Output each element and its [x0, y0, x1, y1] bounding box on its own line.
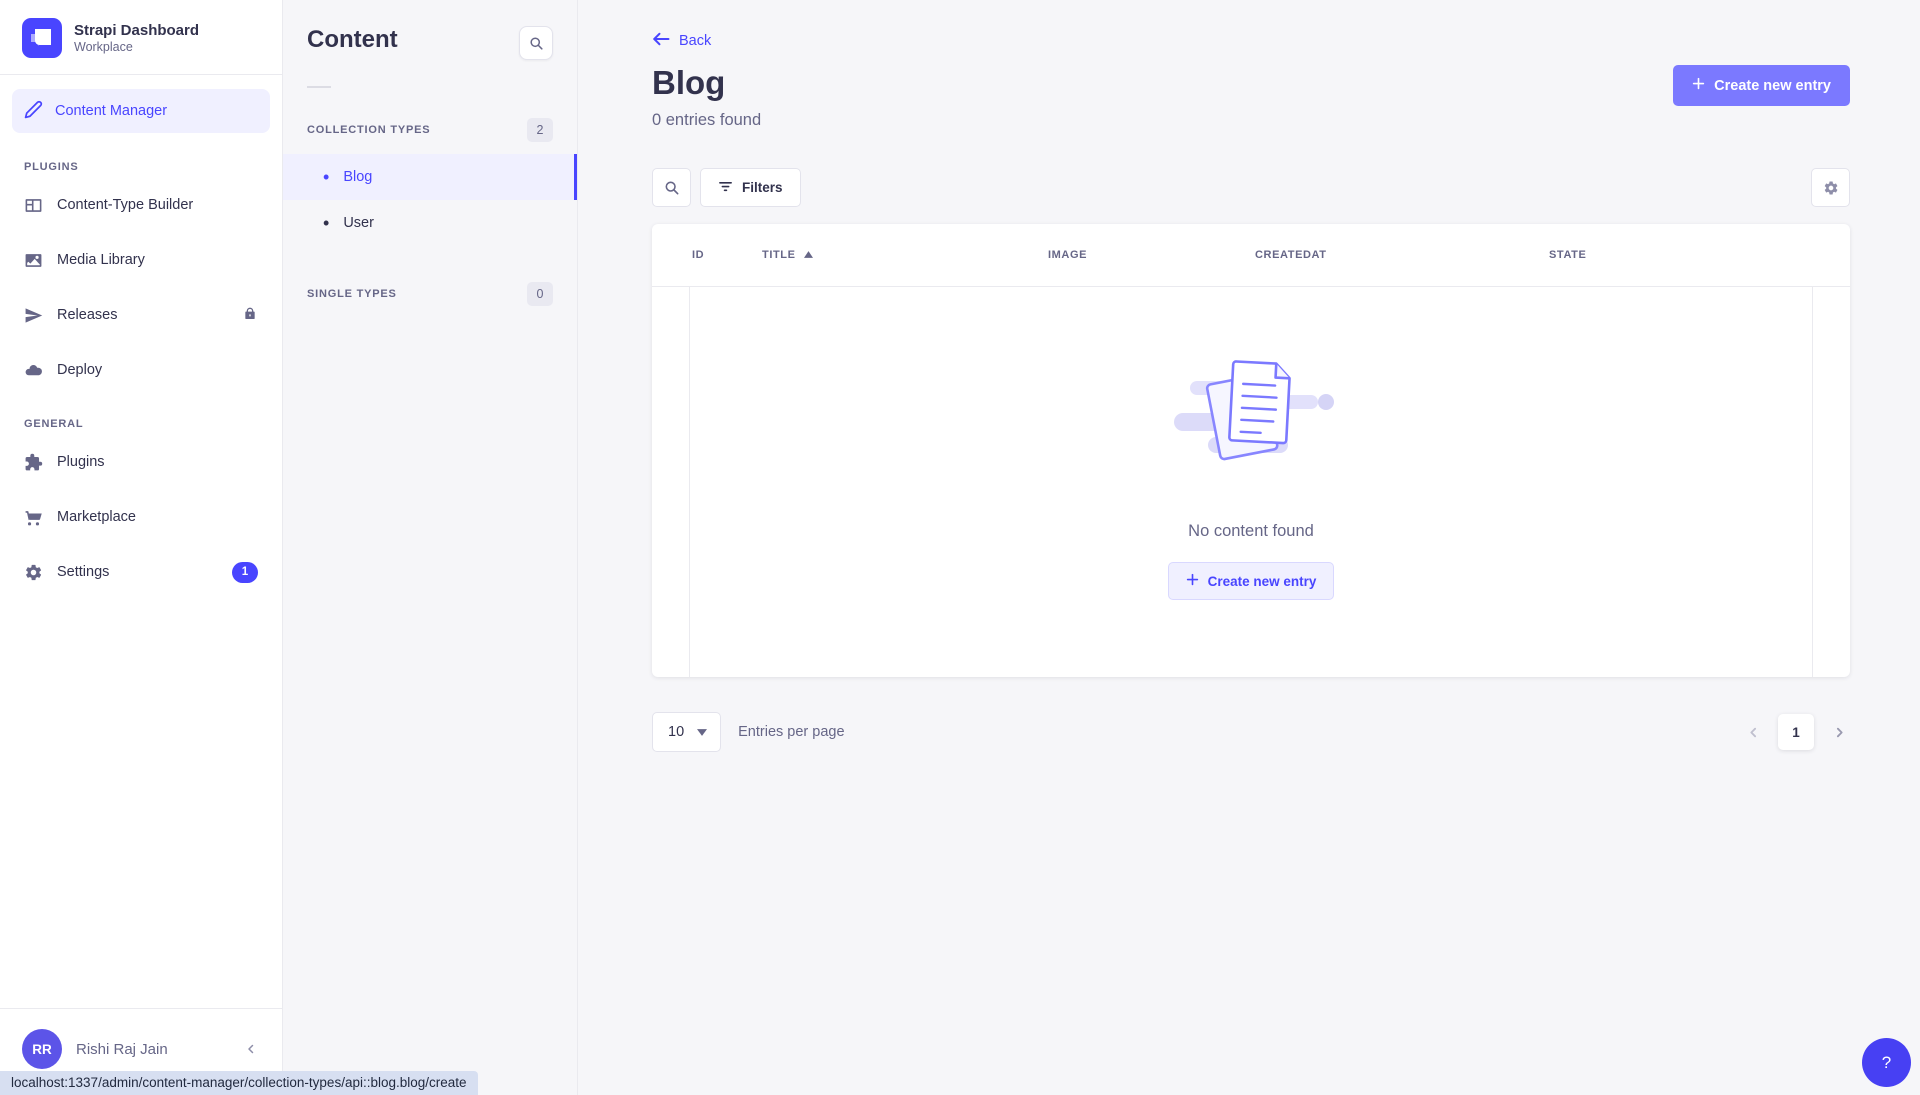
single-types-count-badge: 0: [527, 282, 553, 306]
collection-types-label: COLLECTION TYPES: [307, 124, 430, 136]
entries-table-card: ID TITLE IMAGE CREATEDAT STATE: [652, 224, 1850, 677]
filters-label: Filters: [742, 180, 783, 195]
sidebar-item-label: Marketplace: [57, 509, 136, 525]
next-page-button[interactable]: [1828, 721, 1850, 743]
plus-icon: [1692, 77, 1705, 94]
empty-state: No content found Create new entry: [689, 287, 1813, 677]
sidebar-item-releases[interactable]: Releases: [12, 295, 270, 335]
create-entry-button-header[interactable]: Create new entry: [1673, 65, 1850, 106]
browser-status-bar: localhost:1337/admin/content-manager/col…: [0, 1071, 478, 1095]
subnav-title: Content: [307, 26, 398, 54]
table-header-row: ID TITLE IMAGE CREATEDAT STATE: [652, 224, 1850, 286]
plus-icon: [1186, 573, 1199, 589]
sort-asc-icon: [804, 249, 813, 261]
view-settings-button[interactable]: [1811, 168, 1850, 207]
bullet-icon: •: [323, 168, 329, 186]
sidebar-item-label: Content-Type Builder: [57, 197, 193, 213]
sidebar-item-plugins[interactable]: Plugins: [12, 442, 270, 482]
sidebar-item-label: Releases: [57, 307, 117, 323]
help-button[interactable]: ?: [1862, 1038, 1911, 1087]
back-link[interactable]: Back: [652, 32, 711, 50]
collapse-sidebar-button[interactable]: [238, 1036, 264, 1062]
sidebar-item-label: Settings: [57, 564, 109, 580]
collection-types-count-badge: 2: [527, 118, 553, 142]
empty-documents-illustration: [1166, 349, 1336, 482]
page-size-value: 10: [668, 724, 684, 740]
paper-plane-icon: [24, 306, 43, 325]
empty-state-message: No content found: [1188, 522, 1314, 541]
divider: [307, 86, 331, 88]
main-sidebar: Strapi Dashboard Workplace Content Manag…: [0, 0, 283, 1095]
layout-grid-icon: [24, 196, 43, 215]
general-section-label: GENERAL: [24, 418, 258, 430]
filter-icon: [718, 180, 733, 196]
bullet-icon: •: [323, 214, 329, 232]
gear-icon: [24, 563, 43, 582]
sidebar-item-label: Media Library: [57, 252, 145, 268]
back-label: Back: [679, 33, 711, 49]
create-entry-button-empty-state[interactable]: Create new entry: [1168, 562, 1335, 600]
sidebar-item-label: Deploy: [57, 362, 102, 378]
sidebar-item-media-library[interactable]: Media Library: [12, 240, 270, 280]
sidebar-item-label: Plugins: [57, 454, 105, 470]
column-header-title[interactable]: TITLE: [762, 249, 1048, 261]
content-subnav: Content COLLECTION TYPES 2 • Blog • User…: [283, 0, 578, 1095]
previous-page-button[interactable]: [1742, 721, 1764, 743]
sidebar-item-content-manager[interactable]: Content Manager: [12, 89, 270, 133]
subnav-item-user[interactable]: • User: [283, 200, 577, 246]
plugins-section-label: PLUGINS: [24, 161, 258, 173]
subnav-item-label: Blog: [343, 169, 372, 185]
sidebar-item-label: Content Manager: [55, 103, 167, 119]
filters-button[interactable]: Filters: [700, 168, 801, 207]
brand-text: Strapi Dashboard Workplace: [74, 22, 199, 55]
column-header-state[interactable]: STATE: [1549, 249, 1826, 261]
user-name: Rishi Raj Jain: [76, 1041, 224, 1058]
workspace-label: Workplace: [74, 40, 199, 54]
create-entry-label: Create new entry: [1208, 574, 1317, 589]
column-header-image[interactable]: IMAGE: [1048, 249, 1255, 261]
collection-types-header: COLLECTION TYPES 2: [283, 110, 577, 154]
chevron-down-icon: [697, 724, 707, 740]
image-icon: [24, 251, 43, 270]
shopping-cart-icon: [24, 508, 43, 527]
avatar[interactable]: RR: [22, 1029, 62, 1069]
lock-icon: [242, 305, 258, 325]
cloud-icon: [24, 361, 43, 380]
subnav-item-blog[interactable]: • Blog: [283, 154, 577, 200]
pagination-footer: 10 Entries per page 1: [652, 712, 1850, 752]
feather-pen-icon: [24, 100, 43, 123]
page-title: Blog: [652, 65, 761, 101]
brand: Strapi Dashboard Workplace: [0, 0, 282, 75]
entries-count: 0 entries found: [652, 111, 761, 130]
strapi-logo-icon: [22, 18, 62, 58]
sidebar-item-deploy[interactable]: Deploy: [12, 350, 270, 390]
sidebar-item-settings[interactable]: Settings 1: [12, 552, 270, 592]
main-content: Back Blog 0 entries found Create new ent…: [578, 0, 1920, 1095]
subnav-item-label: User: [343, 215, 374, 231]
sidebar-item-content-type-builder[interactable]: Content-Type Builder: [12, 185, 270, 225]
create-entry-label: Create new entry: [1714, 78, 1831, 94]
app-title: Strapi Dashboard: [74, 22, 199, 41]
settings-notification-badge: 1: [232, 562, 258, 583]
single-types-label: SINGLE TYPES: [307, 288, 397, 300]
subnav-search-button[interactable]: [519, 26, 553, 60]
column-header-id[interactable]: ID: [692, 249, 762, 261]
puzzle-icon: [24, 453, 43, 472]
column-header-createdat[interactable]: CREATEDAT: [1255, 249, 1549, 261]
app-root: Strapi Dashboard Workplace Content Manag…: [0, 0, 1920, 1095]
arrow-left-icon: [652, 32, 670, 50]
page-number-1[interactable]: 1: [1778, 714, 1814, 750]
single-types-header: SINGLE TYPES 0: [283, 274, 577, 318]
sidebar-nav: Content Manager PLUGINS Content-Type Bui…: [0, 75, 282, 1008]
sidebar-item-marketplace[interactable]: Marketplace: [12, 497, 270, 537]
table-search-button[interactable]: [652, 168, 691, 207]
entries-per-page-label: Entries per page: [738, 724, 844, 740]
page-size-select[interactable]: 10: [652, 712, 721, 752]
